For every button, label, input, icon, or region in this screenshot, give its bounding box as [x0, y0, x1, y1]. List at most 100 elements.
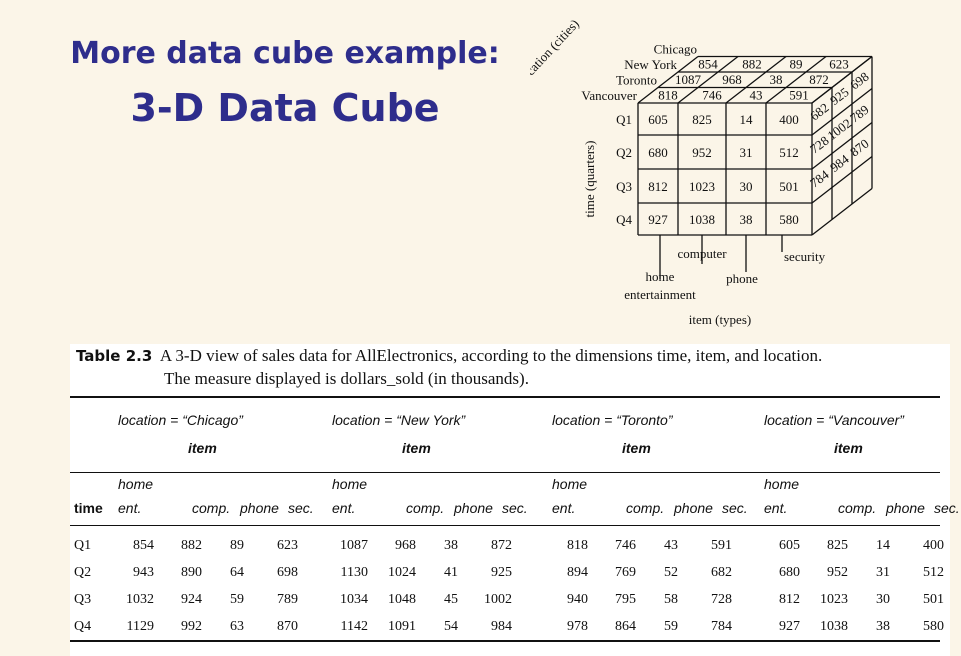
table-cell: 992 [181, 619, 202, 634]
table-cell: 1129 [126, 619, 154, 634]
col-header-0: ent. [552, 500, 576, 516]
table-cell: 58 [664, 592, 678, 607]
table-cell: 41 [444, 565, 458, 580]
table-cell: 940 [567, 592, 588, 607]
cube-axis-location: location (cities) [530, 16, 582, 86]
cube-top-value: 38 [770, 72, 783, 87]
table-cell: 864 [615, 619, 636, 634]
table-cell: 890 [181, 565, 202, 580]
cube-top-value: 1087 [675, 72, 702, 87]
table-cell: 984 [491, 619, 512, 634]
table-cell: 59 [664, 619, 678, 634]
table-cell: 680 [779, 565, 800, 580]
table-cell: 45 [444, 592, 458, 607]
table-cell: 1038 [820, 619, 848, 634]
table-cell: 1034 [340, 592, 368, 607]
table-cell: 924 [181, 592, 202, 607]
table-cell: 1130 [340, 565, 368, 580]
table-cell: 818 [567, 538, 588, 553]
table-cell: 1142 [340, 619, 368, 634]
item-header: item [622, 440, 651, 456]
table-cell: 43 [664, 538, 678, 553]
table-caption: Table 2.3 A 3-D view of sales data for A… [76, 346, 822, 366]
table-bottom-rule [70, 640, 940, 642]
location-header: location = “New York” [332, 412, 466, 428]
cube-front-value: 927 [648, 212, 668, 227]
cube-city-label: Toronto [616, 73, 657, 88]
cube-item-phone: phone [726, 271, 758, 286]
table-cell: 870 [277, 619, 298, 634]
cube-front-value: 680 [648, 145, 668, 160]
row-time-label: Q2 [74, 565, 92, 580]
cube-item-security: security [784, 249, 826, 264]
table-caption-label: Table 2.3 [76, 347, 153, 365]
cube-front-value: 825 [692, 112, 712, 127]
cube-front-value: 1023 [689, 179, 715, 194]
cube-front-value: 580 [779, 212, 799, 227]
cube-front-value: 605 [648, 112, 668, 127]
table-cell: 854 [133, 538, 154, 553]
table-cell: 89 [230, 538, 244, 553]
col-header-2: phone [240, 500, 279, 516]
table-cell: 38 [444, 538, 458, 553]
cube-front-value: 38 [740, 212, 753, 227]
table-cell: 698 [277, 565, 298, 580]
col-header-2: phone [454, 500, 493, 516]
row-time-label: Q3 [74, 592, 92, 607]
cube-side-value: 784 [807, 166, 832, 190]
col-header-1: comp. [838, 500, 877, 516]
location-header: location = “Chicago” [118, 412, 243, 428]
col-home-header: home [332, 476, 368, 492]
table-cell: 728 [711, 592, 732, 607]
table-cell: 1023 [820, 592, 848, 607]
slide-title: More data cube example: [70, 36, 500, 71]
table-cell: 927 [779, 619, 800, 634]
row-time-label: Q1 [74, 538, 92, 553]
table-cell: 784 [711, 619, 732, 634]
table-mid-rule-2 [70, 525, 940, 526]
table-cell: 623 [277, 538, 298, 553]
cube-top-value: 43 [750, 87, 763, 102]
cube-axis-time: time (quarters) [582, 141, 597, 218]
cube-item-home: home [646, 269, 675, 284]
cube-top-value: 818 [658, 87, 678, 102]
cube-item-entertainment: entertainment [624, 287, 696, 302]
table-cell: 894 [567, 565, 588, 580]
table-cell: 1032 [126, 592, 154, 607]
table-cell: 682 [711, 565, 732, 580]
table-cell: 63 [230, 619, 244, 634]
table-cell: 64 [230, 565, 244, 580]
table-cell: 580 [923, 619, 944, 634]
table-top-rule [70, 396, 940, 398]
table-cell: 605 [779, 538, 800, 553]
time-header: time [74, 500, 103, 516]
cube-front-value: 812 [648, 179, 668, 194]
table-cell: 14 [876, 538, 890, 553]
cube-top-value: 746 [702, 87, 722, 102]
cube-quarter-label: Q1 [616, 112, 632, 127]
cube-top-value: 872 [809, 72, 829, 87]
item-header: item [834, 440, 863, 456]
table-cell: 31 [876, 565, 890, 580]
sales-table-figure: Table 2.3 A 3-D view of sales data for A… [70, 344, 960, 656]
table-cell: 872 [491, 538, 512, 553]
col-header-1: comp. [192, 500, 231, 516]
table-cell: 978 [567, 619, 588, 634]
item-header: item [402, 440, 431, 456]
table-mid-rule-1 [70, 472, 940, 473]
table-cell: 795 [615, 592, 636, 607]
table-caption-line2: The measure displayed is dollars_sold (i… [164, 369, 529, 388]
table-cell: 591 [711, 538, 732, 553]
cube-front-value: 1038 [689, 212, 715, 227]
cube-axis-item: item (types) [689, 312, 751, 327]
table-cell: 746 [615, 538, 636, 553]
table-cell: 400 [923, 538, 944, 553]
cube-front-value: 400 [779, 112, 799, 127]
table-cell: 882 [181, 538, 202, 553]
table-cell: 1048 [388, 592, 416, 607]
col-header-0: ent. [764, 500, 788, 516]
cube-top-value: 854 [698, 56, 718, 71]
cube-top-value: 968 [722, 72, 742, 87]
cube-top-value: 623 [829, 56, 849, 71]
table-cell: 512 [923, 565, 944, 580]
